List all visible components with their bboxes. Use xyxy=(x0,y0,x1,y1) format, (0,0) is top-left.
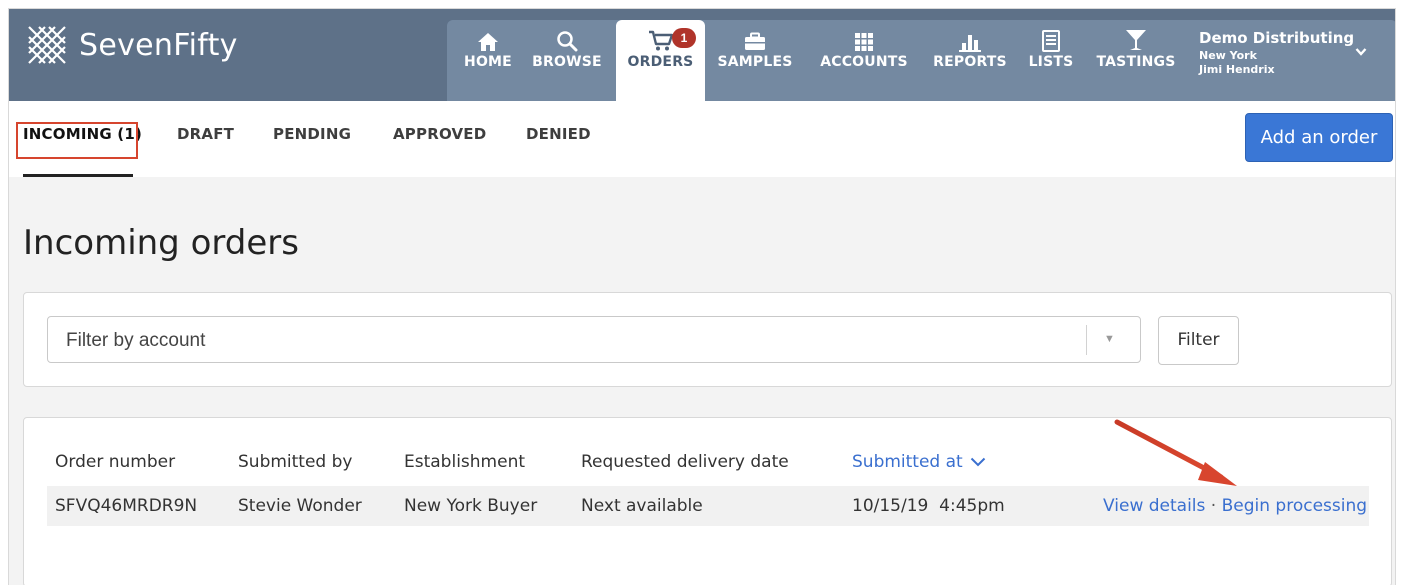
brand-logo[interactable]: SevenFifty xyxy=(25,23,238,67)
account-filter-select[interactable]: Filter by account ▼ xyxy=(47,316,1141,363)
active-tab-indicator xyxy=(23,174,133,177)
sevenfifty-logo-icon xyxy=(28,26,66,64)
nav-samples[interactable]: SAMPLES xyxy=(709,20,801,101)
nav-reports[interactable]: REPORTS xyxy=(925,20,1015,101)
add-order-button[interactable]: Add an order xyxy=(1245,113,1393,162)
select-divider xyxy=(1086,325,1087,355)
nav-home-label: HOME xyxy=(464,54,512,70)
orders-count-badge: 1 xyxy=(672,28,696,48)
begin-processing-link[interactable]: Begin processing xyxy=(1222,496,1367,516)
view-details-link[interactable]: View details xyxy=(1103,496,1205,516)
brand-name: SevenFifty xyxy=(79,27,238,63)
nav-browse[interactable]: BROWSE xyxy=(527,20,607,101)
filter-card: Filter by account ▼ Filter xyxy=(23,292,1392,387)
column-header-submitted-by: Submitted by xyxy=(238,452,353,472)
nav-tastings[interactable]: TASTINGS xyxy=(1089,20,1183,101)
nav-tastings-label: TASTINGS xyxy=(1096,54,1176,70)
nav-orders[interactable]: ORDERS 1 xyxy=(616,20,705,101)
column-header-establishment: Establishment xyxy=(404,452,526,472)
actions-separator: · xyxy=(1210,496,1217,516)
nav-browse-label: BROWSE xyxy=(532,54,602,70)
user-company: Demo Distributing xyxy=(1199,29,1355,47)
cart-icon xyxy=(648,30,673,51)
tab-draft[interactable]: DRAFT xyxy=(177,125,234,143)
nav-accounts[interactable]: ACCOUNTS xyxy=(813,20,915,101)
nav-orders-label: ORDERS xyxy=(627,54,694,70)
tab-denied[interactable]: DENIED xyxy=(526,125,591,143)
column-header-order-number: Order number xyxy=(55,452,176,472)
tab-pending[interactable]: PENDING xyxy=(273,125,351,143)
tab-approved[interactable]: APPROVED xyxy=(393,125,486,143)
cell-order-number: SFVQ46MRDR9N xyxy=(55,496,198,516)
user-menu[interactable]: Demo Distributing New York Jimi Hendrix xyxy=(1199,29,1354,76)
order-status-tabs: INCOMING (1) DRAFT PENDING APPROVED DENI… xyxy=(9,101,1395,177)
cell-establishment: New York Buyer xyxy=(404,496,538,516)
cell-submitted-at: 10/15/19 4:45pm xyxy=(852,496,1005,516)
nav-accounts-label: ACCOUNTS xyxy=(820,54,908,70)
cocktail-icon xyxy=(1126,30,1146,50)
user-name: Jimi Hendrix xyxy=(1199,63,1275,76)
page-title: Incoming orders xyxy=(23,223,299,263)
nav-lists-label: LISTS xyxy=(1028,54,1074,70)
annotation-highlight-box xyxy=(16,122,138,159)
submitted-at-label: Submitted at xyxy=(852,452,963,472)
nav-reports-label: REPORTS xyxy=(933,54,1007,70)
column-header-submitted-at[interactable]: Submitted at xyxy=(852,452,986,472)
briefcase-icon xyxy=(745,32,765,50)
bar-chart-icon xyxy=(959,35,981,52)
sort-descending-icon xyxy=(970,457,986,467)
filter-button[interactable]: Filter xyxy=(1158,316,1239,365)
search-icon xyxy=(557,31,578,52)
chevron-down-icon[interactable] xyxy=(1355,47,1367,57)
account-filter-placeholder: Filter by account xyxy=(66,330,206,351)
top-navbar: SevenFifty HOME BROWSE ORDERS 1 SAMPLES … xyxy=(9,9,1395,101)
dropdown-arrow-icon[interactable]: ▼ xyxy=(1104,333,1115,345)
annotation-arrow-icon xyxy=(1114,419,1237,486)
grid-icon xyxy=(855,33,873,51)
home-icon xyxy=(478,33,498,51)
column-header-delivery-date: Requested delivery date xyxy=(581,452,789,472)
app-frame: SevenFifty HOME BROWSE ORDERS 1 SAMPLES … xyxy=(8,8,1396,585)
cell-delivery-date: Next available xyxy=(581,496,703,516)
nav-home[interactable]: HOME xyxy=(457,20,519,101)
list-icon xyxy=(1042,30,1060,52)
row-actions: View details · Begin processing xyxy=(1103,496,1367,516)
user-region: New York xyxy=(1199,49,1257,62)
nav-samples-label: SAMPLES xyxy=(717,54,793,70)
nav-lists[interactable]: LISTS xyxy=(1023,20,1079,101)
cell-submitted-by: Stevie Wonder xyxy=(238,496,362,516)
